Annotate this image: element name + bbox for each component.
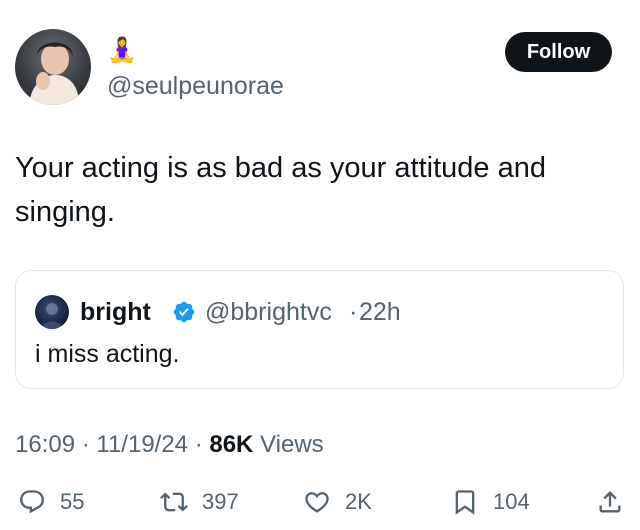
- tweet-meta: 16:09 · 11/19/24 · 86K Views: [15, 428, 324, 462]
- tweet-text: Your acting is as bad as your attitude a…: [15, 152, 546, 228]
- reply-icon: [20, 490, 44, 514]
- author-display-name[interactable]: 🧘‍♀️: [107, 36, 137, 66]
- profile-photo-icon: [29, 42, 79, 105]
- author-avatar[interactable]: [15, 29, 91, 105]
- share-button[interactable]: [596, 482, 624, 522]
- quote-profile-photo-icon: [41, 303, 63, 329]
- like-button[interactable]: 2K: [303, 482, 372, 522]
- author-handle[interactable]: @seulpeunorae: [107, 70, 284, 102]
- bookmark-icon: [455, 490, 475, 515]
- repost-button[interactable]: 397: [160, 482, 239, 522]
- bookmark-button[interactable]: 104: [451, 482, 530, 522]
- views-count: 86K: [209, 431, 254, 458]
- meta-separator: ·: [188, 431, 210, 458]
- repost-count: 397: [202, 489, 239, 514]
- follow-button[interactable]: Follow: [505, 32, 612, 72]
- quote-separator: ·: [349, 298, 358, 326]
- quote-author-avatar: [35, 295, 69, 329]
- like-count: 2K: [345, 489, 372, 514]
- meta-separator: ·: [75, 431, 97, 458]
- heart-icon: [305, 492, 329, 513]
- quote-author-handle: @bbrightvc: [205, 298, 332, 326]
- quote-author-name: bright: [80, 298, 151, 326]
- action-bar: 55 397 2K 104: [0, 482, 640, 522]
- tweet-time[interactable]: 16:09: [15, 431, 75, 458]
- share-icon: [599, 491, 621, 513]
- verified-badge-icon: [173, 301, 195, 323]
- quote-timestamp[interactable]: 22h: [359, 295, 401, 329]
- reply-button[interactable]: 55: [18, 482, 84, 522]
- reply-count: 55: [60, 489, 85, 514]
- bookmark-count: 104: [493, 489, 530, 514]
- quote-text: i miss acting.: [35, 340, 180, 368]
- repost-icon: [160, 492, 188, 512]
- quoted-tweet-card[interactable]: bright @bbrightvc · 22h i miss acting.: [15, 270, 624, 389]
- tweet-date[interactable]: 11/19/24: [96, 431, 188, 458]
- views-label: Views: [253, 431, 324, 458]
